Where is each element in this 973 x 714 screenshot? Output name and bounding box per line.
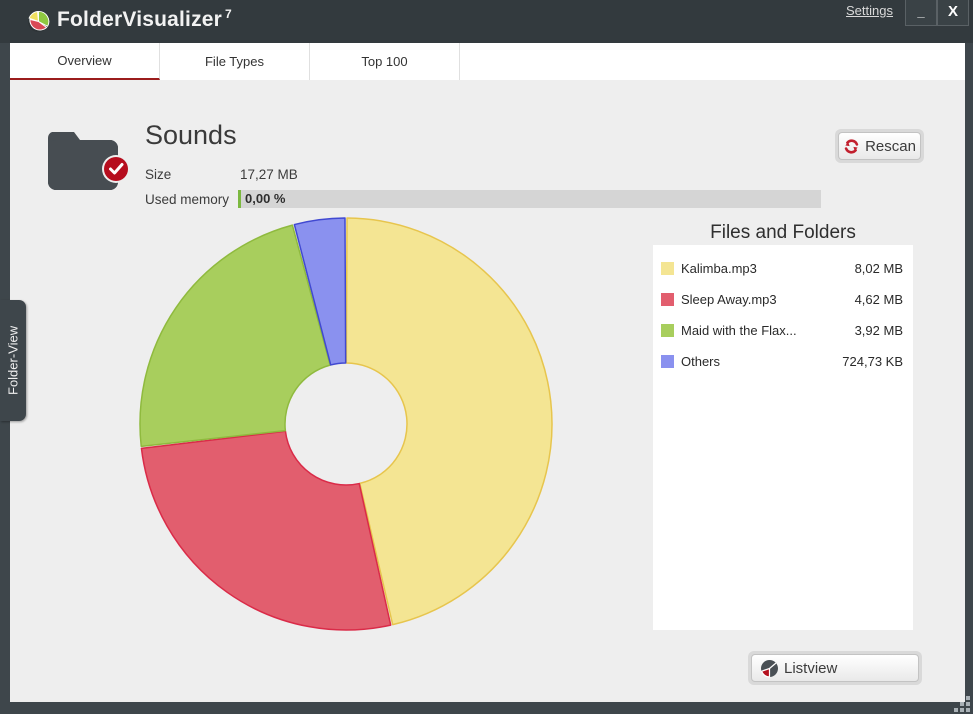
- size-label: Size: [145, 167, 172, 182]
- used-memory-progress-fill: [238, 190, 241, 208]
- files-and-folders-title: Files and Folders: [710, 222, 856, 243]
- tab-bar: Overview File Types Top 100: [10, 43, 965, 80]
- legend-swatch: [661, 355, 674, 368]
- used-memory-progressbar: 0,00 %: [238, 190, 821, 208]
- legend-item-name: Sleep Away.mp3: [681, 292, 777, 307]
- tab-overview[interactable]: Overview: [10, 43, 160, 80]
- donut-slice-2[interactable]: [139, 224, 331, 448]
- listview-button[interactable]: Listview: [748, 651, 922, 685]
- legend-list: Kalimba.mp3 8,02 MB Sleep Away.mp3 4,62 MB M…: [653, 245, 913, 377]
- settings-link[interactable]: Settings: [846, 3, 893, 18]
- legend-item-0[interactable]: Kalimba.mp3 8,02 MB: [661, 253, 903, 284]
- legend-item-size: 8,02 MB: [854, 261, 903, 276]
- listview-button-label: Listview: [784, 659, 838, 677]
- titlebar: FolderVisualizer 7 Settings _ X: [0, 0, 973, 43]
- rescan-button-label: Rescan: [865, 137, 916, 155]
- legend-item-size: 724,73 KB: [842, 354, 903, 369]
- legend-swatch: [661, 293, 674, 306]
- rescan-button[interactable]: Rescan: [835, 129, 924, 163]
- folder-name-title: Sounds: [145, 120, 237, 150]
- legend-swatch: [661, 324, 674, 337]
- pie-chart-icon: [760, 659, 778, 678]
- size-value: 17,27 MB: [240, 167, 298, 182]
- legend-item-name: Maid with the Flax...: [681, 323, 797, 338]
- legend-item-3[interactable]: Others 724,73 KB: [661, 346, 903, 377]
- app-logo-pie-icon: [27, 10, 50, 33]
- sidebar-tab-folder-view-label: Folder-View: [5, 325, 21, 396]
- legend-item-name: Kalimba.mp3: [681, 261, 757, 276]
- resize-grip[interactable]: [948, 690, 970, 712]
- app-version: 7: [225, 7, 232, 21]
- legend-item-size: 3,92 MB: [854, 323, 903, 338]
- tab-top-100[interactable]: Top 100: [310, 43, 460, 80]
- files-and-folders-panel: Kalimba.mp3 8,02 MB Sleep Away.mp3 4,62 MB M…: [653, 245, 913, 630]
- donut-slice-1[interactable]: [140, 430, 392, 631]
- sidebar-tab-folder-view[interactable]: Folder-View: [0, 300, 26, 421]
- tab-file-types[interactable]: File Types: [160, 43, 310, 80]
- legend-swatch: [661, 262, 674, 275]
- minimize-button[interactable]: _: [905, 0, 937, 26]
- legend-item-name: Others: [681, 354, 721, 369]
- legend-item-2[interactable]: Maid with the Flax... 3,92 MB: [661, 315, 903, 346]
- refresh-icon: [844, 139, 859, 153]
- app-title: FolderVisualizer 7: [57, 7, 232, 31]
- close-button[interactable]: X: [937, 0, 969, 26]
- folder-icon: [47, 132, 130, 190]
- used-memory-value: 0,00 %: [245, 191, 286, 206]
- donut-chart: [138, 216, 554, 632]
- legend-item-1[interactable]: Sleep Away.mp3 4,62 MB: [661, 284, 903, 315]
- legend-item-size: 4,62 MB: [854, 292, 903, 307]
- used-memory-label: Used memory: [145, 192, 230, 207]
